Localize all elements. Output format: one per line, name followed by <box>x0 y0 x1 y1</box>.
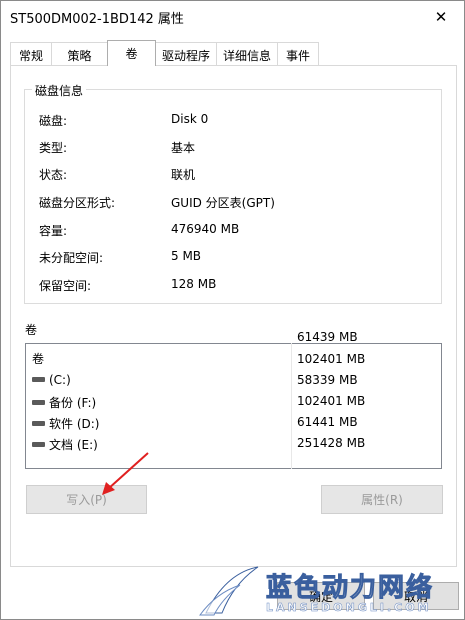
ok-button[interactable]: 确定 <box>277 582 365 610</box>
volume-capacity: 61441 MB <box>297 415 358 429</box>
disk-value: Disk 0 <box>171 112 209 126</box>
drive-icon <box>32 442 45 447</box>
type-label: 类型: <box>39 141 68 155</box>
volumes-section-label: 卷 <box>25 323 38 337</box>
volume-capacity: 251428 MB <box>297 436 366 450</box>
disk-label: 磁盘: <box>39 114 68 128</box>
volume-capacity-header: 102401 MB <box>297 352 366 366</box>
column-divider <box>291 343 292 469</box>
status-value: 联机 <box>171 168 196 182</box>
status-label: 状态: <box>39 168 68 182</box>
capacity-value: 476940 MB <box>171 222 240 236</box>
list-item[interactable]: 备份 (F:) <box>32 394 96 411</box>
properties-button[interactable]: 属性(R) <box>321 485 443 514</box>
volume-capacity: 102401 MB <box>297 394 366 408</box>
watermark-logo-icon <box>199 566 259 616</box>
tab-details[interactable]: 详细信息 <box>216 42 278 65</box>
type-value: 基本 <box>171 141 196 155</box>
unallocated-value: 5 MB <box>171 249 202 263</box>
partition-style-label: 磁盘分区形式: <box>39 196 116 210</box>
volume-capacity: 58339 MB <box>297 373 358 387</box>
list-item[interactable]: (C:) <box>32 373 71 387</box>
reserved-value: 128 MB <box>171 277 217 291</box>
tab-general[interactable]: 常规 <box>10 42 52 65</box>
tab-events[interactable]: 事件 <box>277 42 319 65</box>
volume-name: 软件 (D:) <box>49 417 100 431</box>
red-arrow-annotation <box>102 452 149 495</box>
volume-capacity-overflow: 61439 MB <box>297 330 358 344</box>
drive-icon <box>32 377 45 382</box>
reserved-label: 保留空间: <box>39 279 92 293</box>
capacity-label: 容量: <box>39 224 68 238</box>
cancel-button[interactable]: 取消 <box>373 582 459 610</box>
close-icon[interactable]: ✕ <box>418 1 464 32</box>
properties-window: ST500DM002-1BD142 属性 ✕ 常规 策略 卷 驱动程序 详细信息… <box>0 0 465 620</box>
volume-list-header: 卷 <box>32 352 45 366</box>
disk-info-title: 磁盘信息 <box>32 82 87 99</box>
drive-icon <box>32 400 45 405</box>
drive-icon <box>32 421 45 426</box>
volume-name: 文档 (E:) <box>49 438 98 452</box>
tab-volumes[interactable]: 卷 <box>107 40 156 66</box>
volume-name: 备份 (F:) <box>49 396 97 410</box>
tab-policies[interactable]: 策略 <box>51 42 108 65</box>
window-title: ST500DM002-1BD142 属性 <box>10 12 184 27</box>
tab-driver[interactable]: 驱动程序 <box>155 42 217 65</box>
volume-name: (C:) <box>49 373 71 387</box>
list-item[interactable]: 软件 (D:) <box>32 415 99 432</box>
title-bar[interactable]: ST500DM002-1BD142 属性 ✕ <box>1 1 464 32</box>
partition-style-value: GUID 分区表(GPT) <box>171 196 275 210</box>
list-item[interactable]: 文档 (E:) <box>32 436 98 453</box>
unallocated-label: 未分配空间: <box>39 251 104 265</box>
